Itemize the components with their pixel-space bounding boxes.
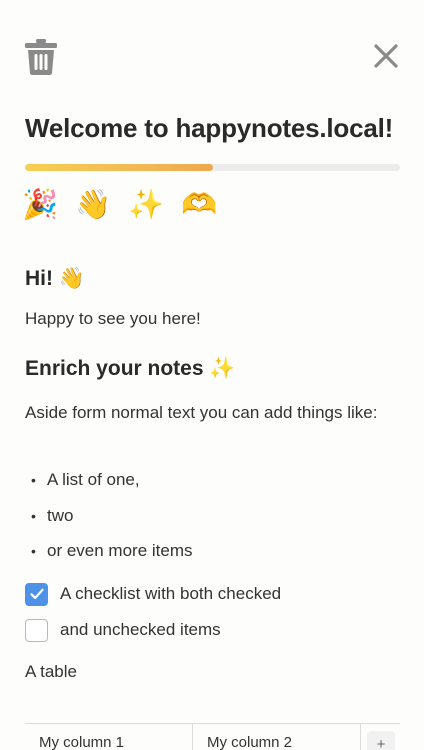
hi-heading-text: Hi! — [25, 267, 53, 290]
body-paragraph: Aside form normal text you can add thing… — [25, 403, 378, 422]
emoji-reaction-row: 🎉 👋 ✨ 🫶 — [22, 184, 217, 224]
checkmark-icon — [29, 588, 44, 600]
sparkles-icon[interactable]: ✨ — [128, 184, 164, 224]
welcome-note-screen: Welcome to happynotes.local! 🎉 👋 ✨ 🫶 Hi!… — [0, 0, 424, 750]
waving-hand-icon: 👋 — [58, 266, 85, 290]
hi-heading: Hi! 👋 — [25, 266, 85, 291]
enrich-heading: Enrich your notes ✨ — [25, 356, 236, 381]
table-label: A table — [25, 662, 77, 681]
bullet-dot-icon: • — [31, 472, 36, 488]
checkbox-unchecked[interactable] — [25, 618, 48, 642]
heart-hands-icon[interactable]: 🫶 — [181, 184, 217, 224]
enrich-heading-text: Enrich your notes — [25, 357, 204, 380]
table-header-cell[interactable]: My column 1 — [25, 724, 193, 750]
progress-fill — [25, 164, 213, 171]
page-title: Welcome to happynotes.local! — [25, 113, 394, 143]
table-header-cell[interactable]: My column 2 — [193, 724, 361, 750]
bullet-dot-icon: • — [31, 508, 36, 524]
checklist-item-unchecked[interactable]: and unchecked items — [25, 618, 221, 642]
trash-icon[interactable] — [24, 38, 58, 76]
list-item-text: two — [47, 506, 74, 525]
party-popper-icon[interactable]: 🎉 — [22, 184, 58, 224]
list-item-text: A list of one, — [47, 470, 140, 489]
checklist-item-checked[interactable]: A checklist with both checked — [25, 582, 281, 606]
list-item-text: or even more items — [47, 541, 193, 560]
intro-text: Happy to see you here! — [25, 309, 201, 328]
progress-bar — [25, 164, 400, 171]
sparkles-icon: ✨ — [209, 356, 236, 380]
waving-hand-icon[interactable]: 👋 — [75, 184, 111, 224]
checklist-label: and unchecked items — [60, 620, 221, 639]
close-icon[interactable] — [372, 42, 400, 70]
list-item: • A list of one, — [31, 470, 140, 490]
bullet-dot-icon: • — [31, 543, 36, 559]
list-item: • or even more items — [31, 541, 193, 561]
checkbox-checked[interactable] — [25, 582, 48, 606]
note-table: My column 1 My column 2 + — [25, 723, 400, 750]
list-item: • two — [31, 506, 73, 526]
add-column-button[interactable]: + — [367, 731, 395, 750]
checklist-label: A checklist with both checked — [60, 584, 282, 603]
